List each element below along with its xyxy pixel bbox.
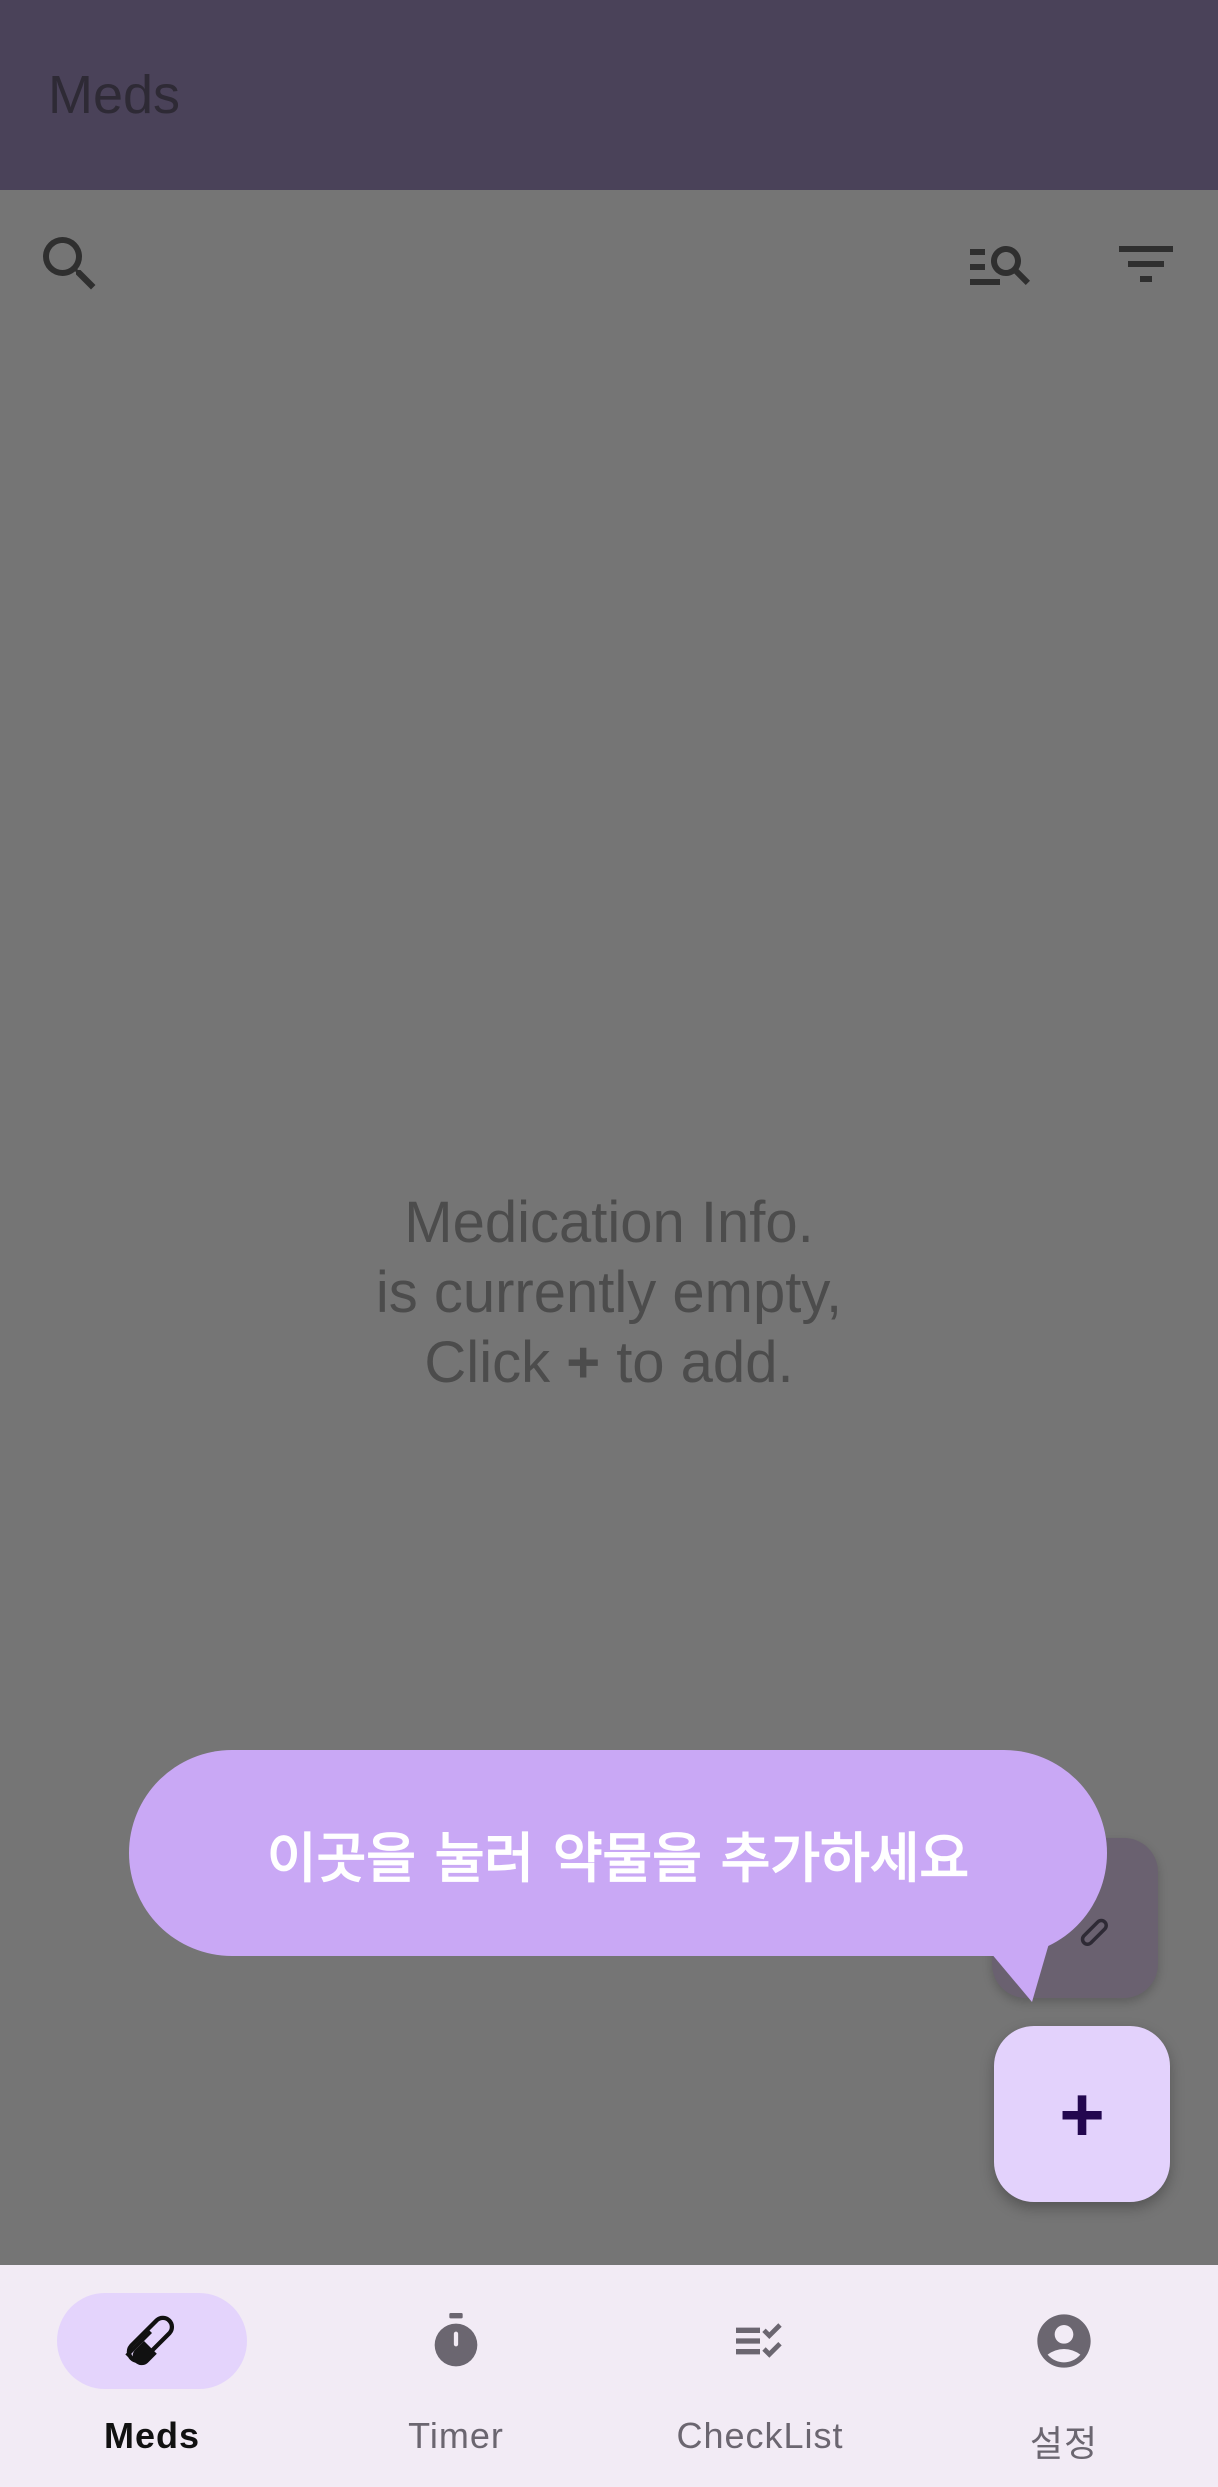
tooltip-text: 이곳을 눌러 약물을 추가하세요 bbox=[266, 1826, 970, 1890]
nav-active-indicator bbox=[57, 2293, 247, 2389]
nav-item-meds[interactable]: Meds bbox=[0, 2265, 304, 2487]
nav-item-timer[interactable]: Timer bbox=[304, 2265, 608, 2487]
empty-state-message: Medication Info. is currently empty, Cli… bbox=[0, 1188, 1218, 1398]
nav-item-settings[interactable]: 설정 bbox=[912, 2265, 1216, 2487]
nav-label-timer: Timer bbox=[408, 2415, 504, 2456]
empty-state-line-2: is currently empty, bbox=[375, 1260, 843, 1325]
nav-label-checklist: CheckList bbox=[676, 2415, 844, 2456]
empty-state-line-3: Click + to add. bbox=[424, 1330, 794, 1395]
nav-label-settings: 설정 bbox=[1029, 2424, 1099, 2465]
nav-label-meds: Meds bbox=[103, 2415, 201, 2456]
filter-icon[interactable] bbox=[1110, 228, 1182, 300]
pill-icon bbox=[1080, 1918, 1108, 1946]
pill-icon bbox=[125, 2315, 174, 2366]
onboarding-tooltip: 이곳을 눌러 약물을 추가하세요 bbox=[129, 1750, 1107, 1956]
tooltip-tail bbox=[980, 1940, 1050, 2002]
manage-search-icon[interactable] bbox=[964, 228, 1036, 300]
plus-symbol: + bbox=[566, 1330, 601, 1395]
nav-item-checklist[interactable]: CheckList bbox=[608, 2265, 912, 2487]
empty-state-line-1: Medication Info. bbox=[404, 1190, 814, 1255]
app-bar: Meds bbox=[0, 0, 1218, 190]
add-medication-button[interactable]: + bbox=[994, 2026, 1170, 2202]
checklist-icon bbox=[736, 2323, 782, 2358]
timer-icon bbox=[434, 2313, 478, 2367]
search-icon[interactable] bbox=[34, 228, 106, 300]
add-icon: + bbox=[1059, 2070, 1105, 2158]
toolbar bbox=[0, 190, 1218, 330]
account-circle-icon bbox=[1037, 2314, 1091, 2368]
bottom-navigation: Meds Timer CheckList 설정 bbox=[0, 2265, 1218, 2487]
page-title: Meds bbox=[48, 65, 181, 125]
